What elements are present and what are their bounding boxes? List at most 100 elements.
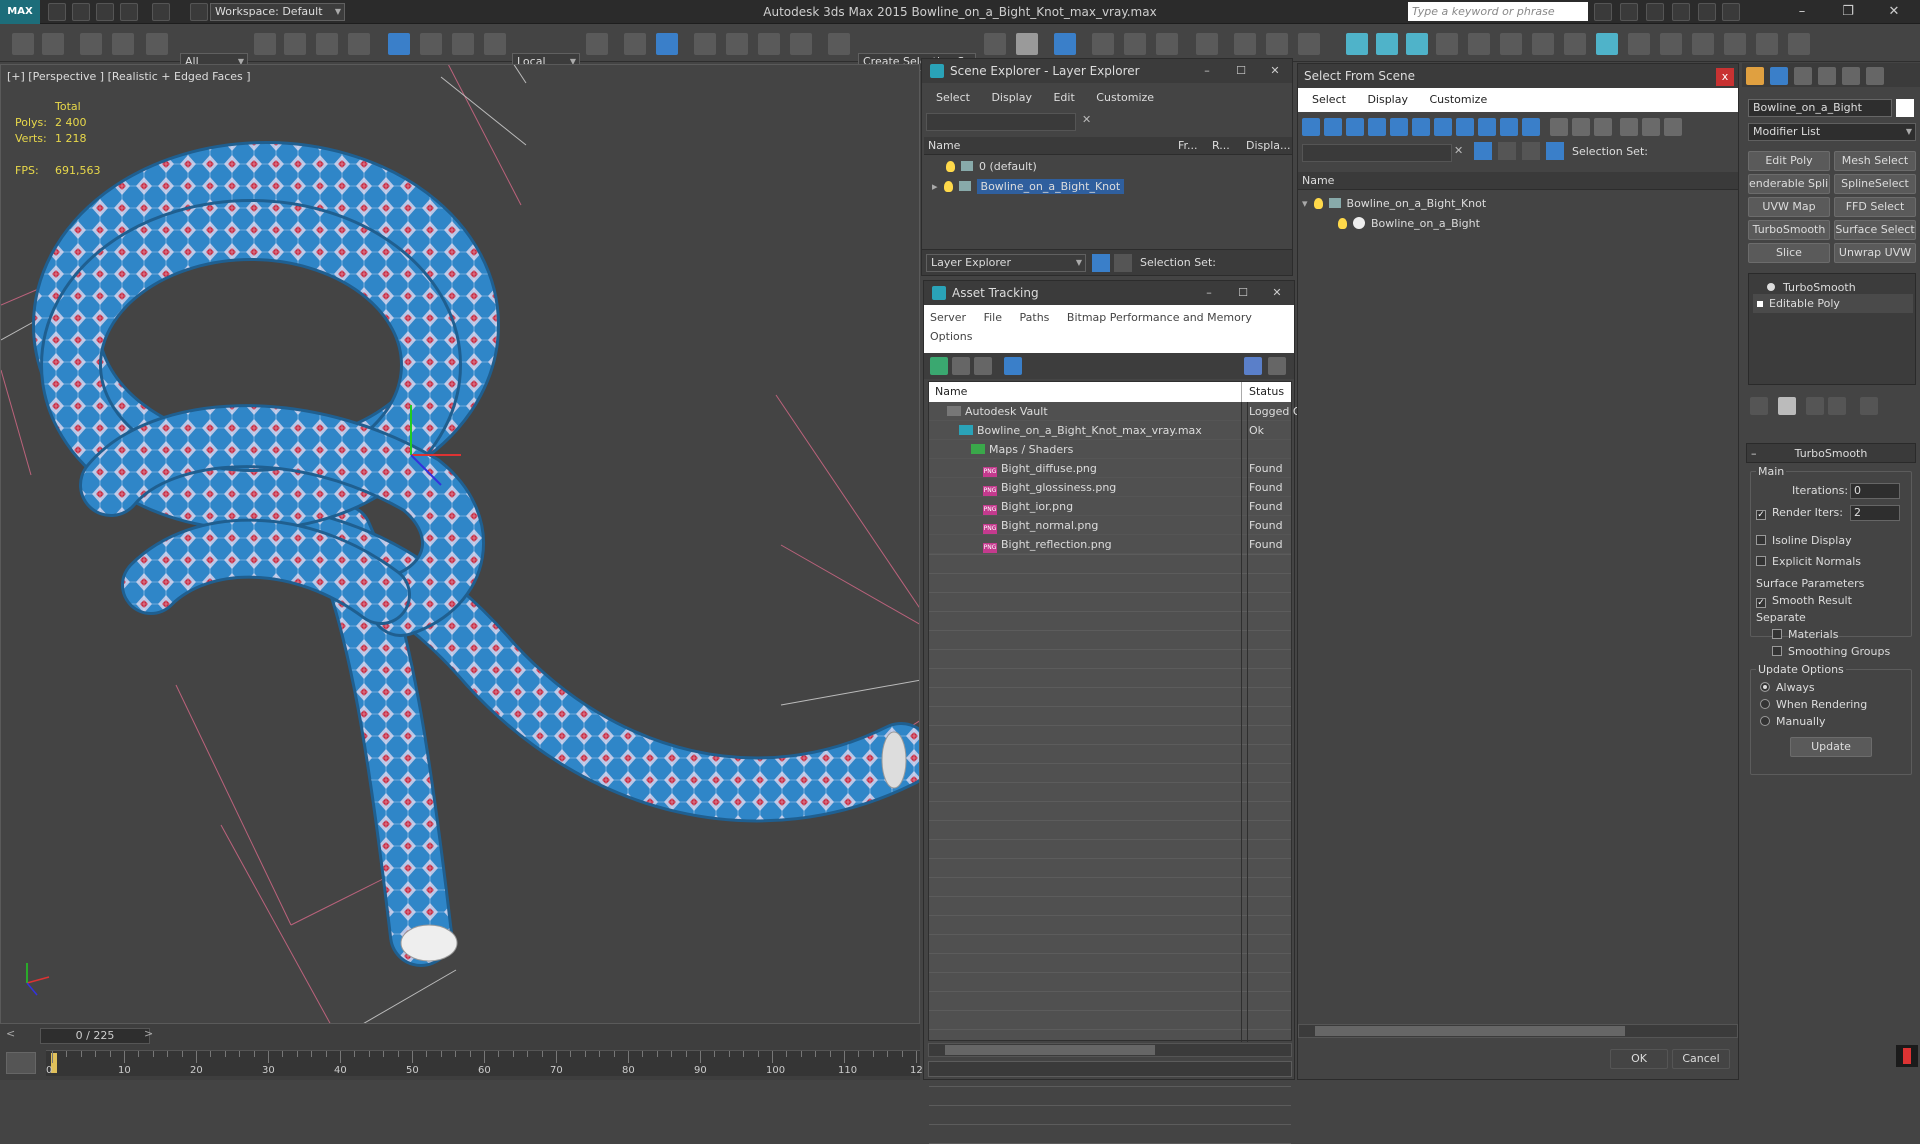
asset-row[interactable]: PNG Bight_glossiness.png Found	[929, 478, 1291, 497]
modifier-button[interactable]: Unwrap UVW	[1834, 243, 1916, 263]
tools-icon[interactable]	[1620, 3, 1638, 21]
render-icon[interactable]	[1564, 33, 1586, 55]
search-input[interactable]: Type a keyword or phrase	[1408, 2, 1588, 21]
minimize-icon[interactable]: –	[1190, 59, 1224, 83]
timeline-next-button[interactable]: >	[144, 1027, 153, 1040]
helpers-icon[interactable]	[1756, 33, 1778, 55]
redo-icon[interactable]	[42, 33, 64, 55]
modify-tab-icon[interactable]	[1770, 67, 1788, 85]
render-iters-spinner[interactable]: 2	[1850, 505, 1900, 521]
column-status[interactable]: Status	[1241, 382, 1284, 402]
expand-arrow-icon[interactable]: ▸	[932, 180, 938, 193]
lightbulb-icon[interactable]	[946, 161, 955, 172]
minimize-icon[interactable]: –	[1192, 281, 1226, 305]
isoline-display-checkbox[interactable]: Isoline Display	[1756, 534, 1852, 547]
display-geometry-icon[interactable]	[1302, 118, 1320, 136]
settings-icon[interactable]	[1268, 357, 1286, 375]
turbosmooth-rollout-header[interactable]: – TurboSmooth	[1746, 443, 1916, 463]
minimize-icon[interactable]: –	[1784, 0, 1820, 24]
render-setup-icon[interactable]	[1266, 33, 1288, 55]
asset-row[interactable]: PNG Bight_reflection.png Found	[929, 535, 1291, 554]
find-case-icon[interactable]	[1474, 142, 1492, 160]
modifier-button[interactable]: UVW Map	[1748, 197, 1830, 217]
selection-set-icon[interactable]	[1546, 142, 1564, 160]
menu-customize[interactable]: Customize	[1429, 93, 1487, 106]
column-frozen[interactable]: Fr...	[1178, 137, 1198, 155]
exchange-icon[interactable]	[1698, 3, 1716, 21]
stack-item-editable-poly[interactable]: Editable Poly	[1753, 294, 1913, 313]
camera-icon[interactable]	[1660, 33, 1682, 55]
layer-row-default[interactable]: 0 (default)	[924, 157, 1290, 176]
horizontal-scrollbar[interactable]	[1298, 1024, 1738, 1038]
column-name[interactable]: Name	[928, 137, 960, 155]
lightbulb-icon[interactable]	[1313, 198, 1323, 209]
smoothing-groups-checkbox[interactable]: Smoothing Groups	[1772, 645, 1890, 658]
dome-light-icon[interactable]	[1692, 33, 1714, 55]
table-view-icon[interactable]	[1004, 357, 1022, 375]
close-icon[interactable]: ✕	[1258, 59, 1292, 83]
scene-row-bight[interactable]: Bowline_on_a_Bight	[1338, 214, 1734, 233]
always-radio[interactable]: Always	[1760, 681, 1815, 694]
radio-icon[interactable]	[1760, 716, 1770, 726]
checkbox-checked-icon[interactable]: ✓	[1756, 510, 1766, 520]
make-unique-icon[interactable]	[1806, 397, 1824, 415]
schematic-view-icon[interactable]	[1196, 33, 1218, 55]
display-shapes-icon[interactable]	[1324, 118, 1342, 136]
light-icon[interactable]	[1346, 33, 1368, 55]
percent-snap-icon[interactable]	[758, 33, 780, 55]
sphere-icon[interactable]	[1532, 33, 1554, 55]
collapse-arrow-icon[interactable]: ▾	[1302, 197, 1308, 210]
scene-explorer-search-input[interactable]	[926, 113, 1076, 131]
remove-modifier-icon[interactable]	[1828, 397, 1846, 415]
graphite-toolbar-icon[interactable]	[1124, 33, 1146, 55]
bind-space-warp-icon[interactable]	[146, 33, 168, 55]
menu-bitmap-performance[interactable]: Bitmap Performance and Memory	[1067, 311, 1252, 324]
menu-select[interactable]: Select	[1312, 93, 1346, 106]
checkbox-icon[interactable]	[1772, 629, 1782, 639]
scene-row-knot[interactable]: ▾ Bowline_on_a_Bight_Knot	[1302, 194, 1734, 213]
display-cameras-icon[interactable]	[1368, 118, 1386, 136]
snaps-toggle-icon[interactable]	[694, 33, 716, 55]
radio-selected-icon[interactable]	[1760, 682, 1770, 692]
cancel-button[interactable]: Cancel	[1672, 1049, 1730, 1069]
ok-button[interactable]: OK	[1610, 1049, 1668, 1069]
perspective-viewport[interactable]: [+] [Perspective ] [Realistic + Edged Fa…	[0, 64, 920, 1024]
column-render[interactable]: R...	[1212, 137, 1230, 155]
fur-icon[interactable]	[1406, 33, 1428, 55]
column-name[interactable]: Name	[935, 382, 967, 402]
expand-icon[interactable]	[1757, 301, 1763, 307]
materials-checkbox[interactable]: Materials	[1772, 628, 1838, 641]
display-helpers-icon[interactable]	[1390, 118, 1408, 136]
help-icon[interactable]	[1244, 357, 1262, 375]
menu-server[interactable]: Server	[930, 311, 966, 324]
update-button[interactable]: Update	[1790, 737, 1872, 757]
unlink-icon[interactable]	[112, 33, 134, 55]
link-icon[interactable]	[80, 33, 102, 55]
lightbulb-icon[interactable]	[1767, 283, 1775, 291]
maximize-icon[interactable]: ❐	[1830, 0, 1866, 24]
curve-editor-icon[interactable]	[1156, 33, 1178, 55]
render-iters-checkbox[interactable]: ✓ Render Iters:	[1756, 506, 1843, 520]
close-icon[interactable]: x	[1716, 68, 1734, 86]
menu-edit[interactable]: Edit	[1053, 91, 1074, 104]
hierarchy-icon[interactable]	[1642, 118, 1660, 136]
asset-row[interactable]: Bowline_on_a_Bight_Knot_max_vray.max Ok	[929, 421, 1291, 440]
display-invert-icon[interactable]	[1594, 118, 1612, 136]
rendered-frame-window-icon[interactable]	[1298, 33, 1320, 55]
select-object-icon[interactable]	[254, 33, 276, 55]
binoculars-icon[interactable]	[1594, 3, 1612, 21]
find-input[interactable]	[1302, 144, 1452, 162]
menu-paths[interactable]: Paths	[1020, 311, 1050, 324]
modifier-button[interactable]: FFD Select	[1834, 197, 1916, 217]
menu-options[interactable]: Options	[930, 330, 972, 343]
star-icon[interactable]	[1672, 3, 1690, 21]
show-end-result-icon[interactable]	[1778, 397, 1796, 415]
toggle-layer-explorer-icon[interactable]	[1092, 33, 1114, 55]
asset-row[interactable]: PNG Bight_normal.png Found	[929, 516, 1291, 535]
explicit-normals-checkbox[interactable]: Explicit Normals	[1756, 555, 1861, 568]
spinner-snap-icon[interactable]	[790, 33, 812, 55]
render-active-icon[interactable]	[1596, 33, 1618, 55]
scrollbar-thumb[interactable]	[945, 1045, 1155, 1055]
asset-row[interactable]: Autodesk VaultLogged Out	[929, 402, 1299, 421]
mirror-icon[interactable]	[984, 33, 1006, 55]
